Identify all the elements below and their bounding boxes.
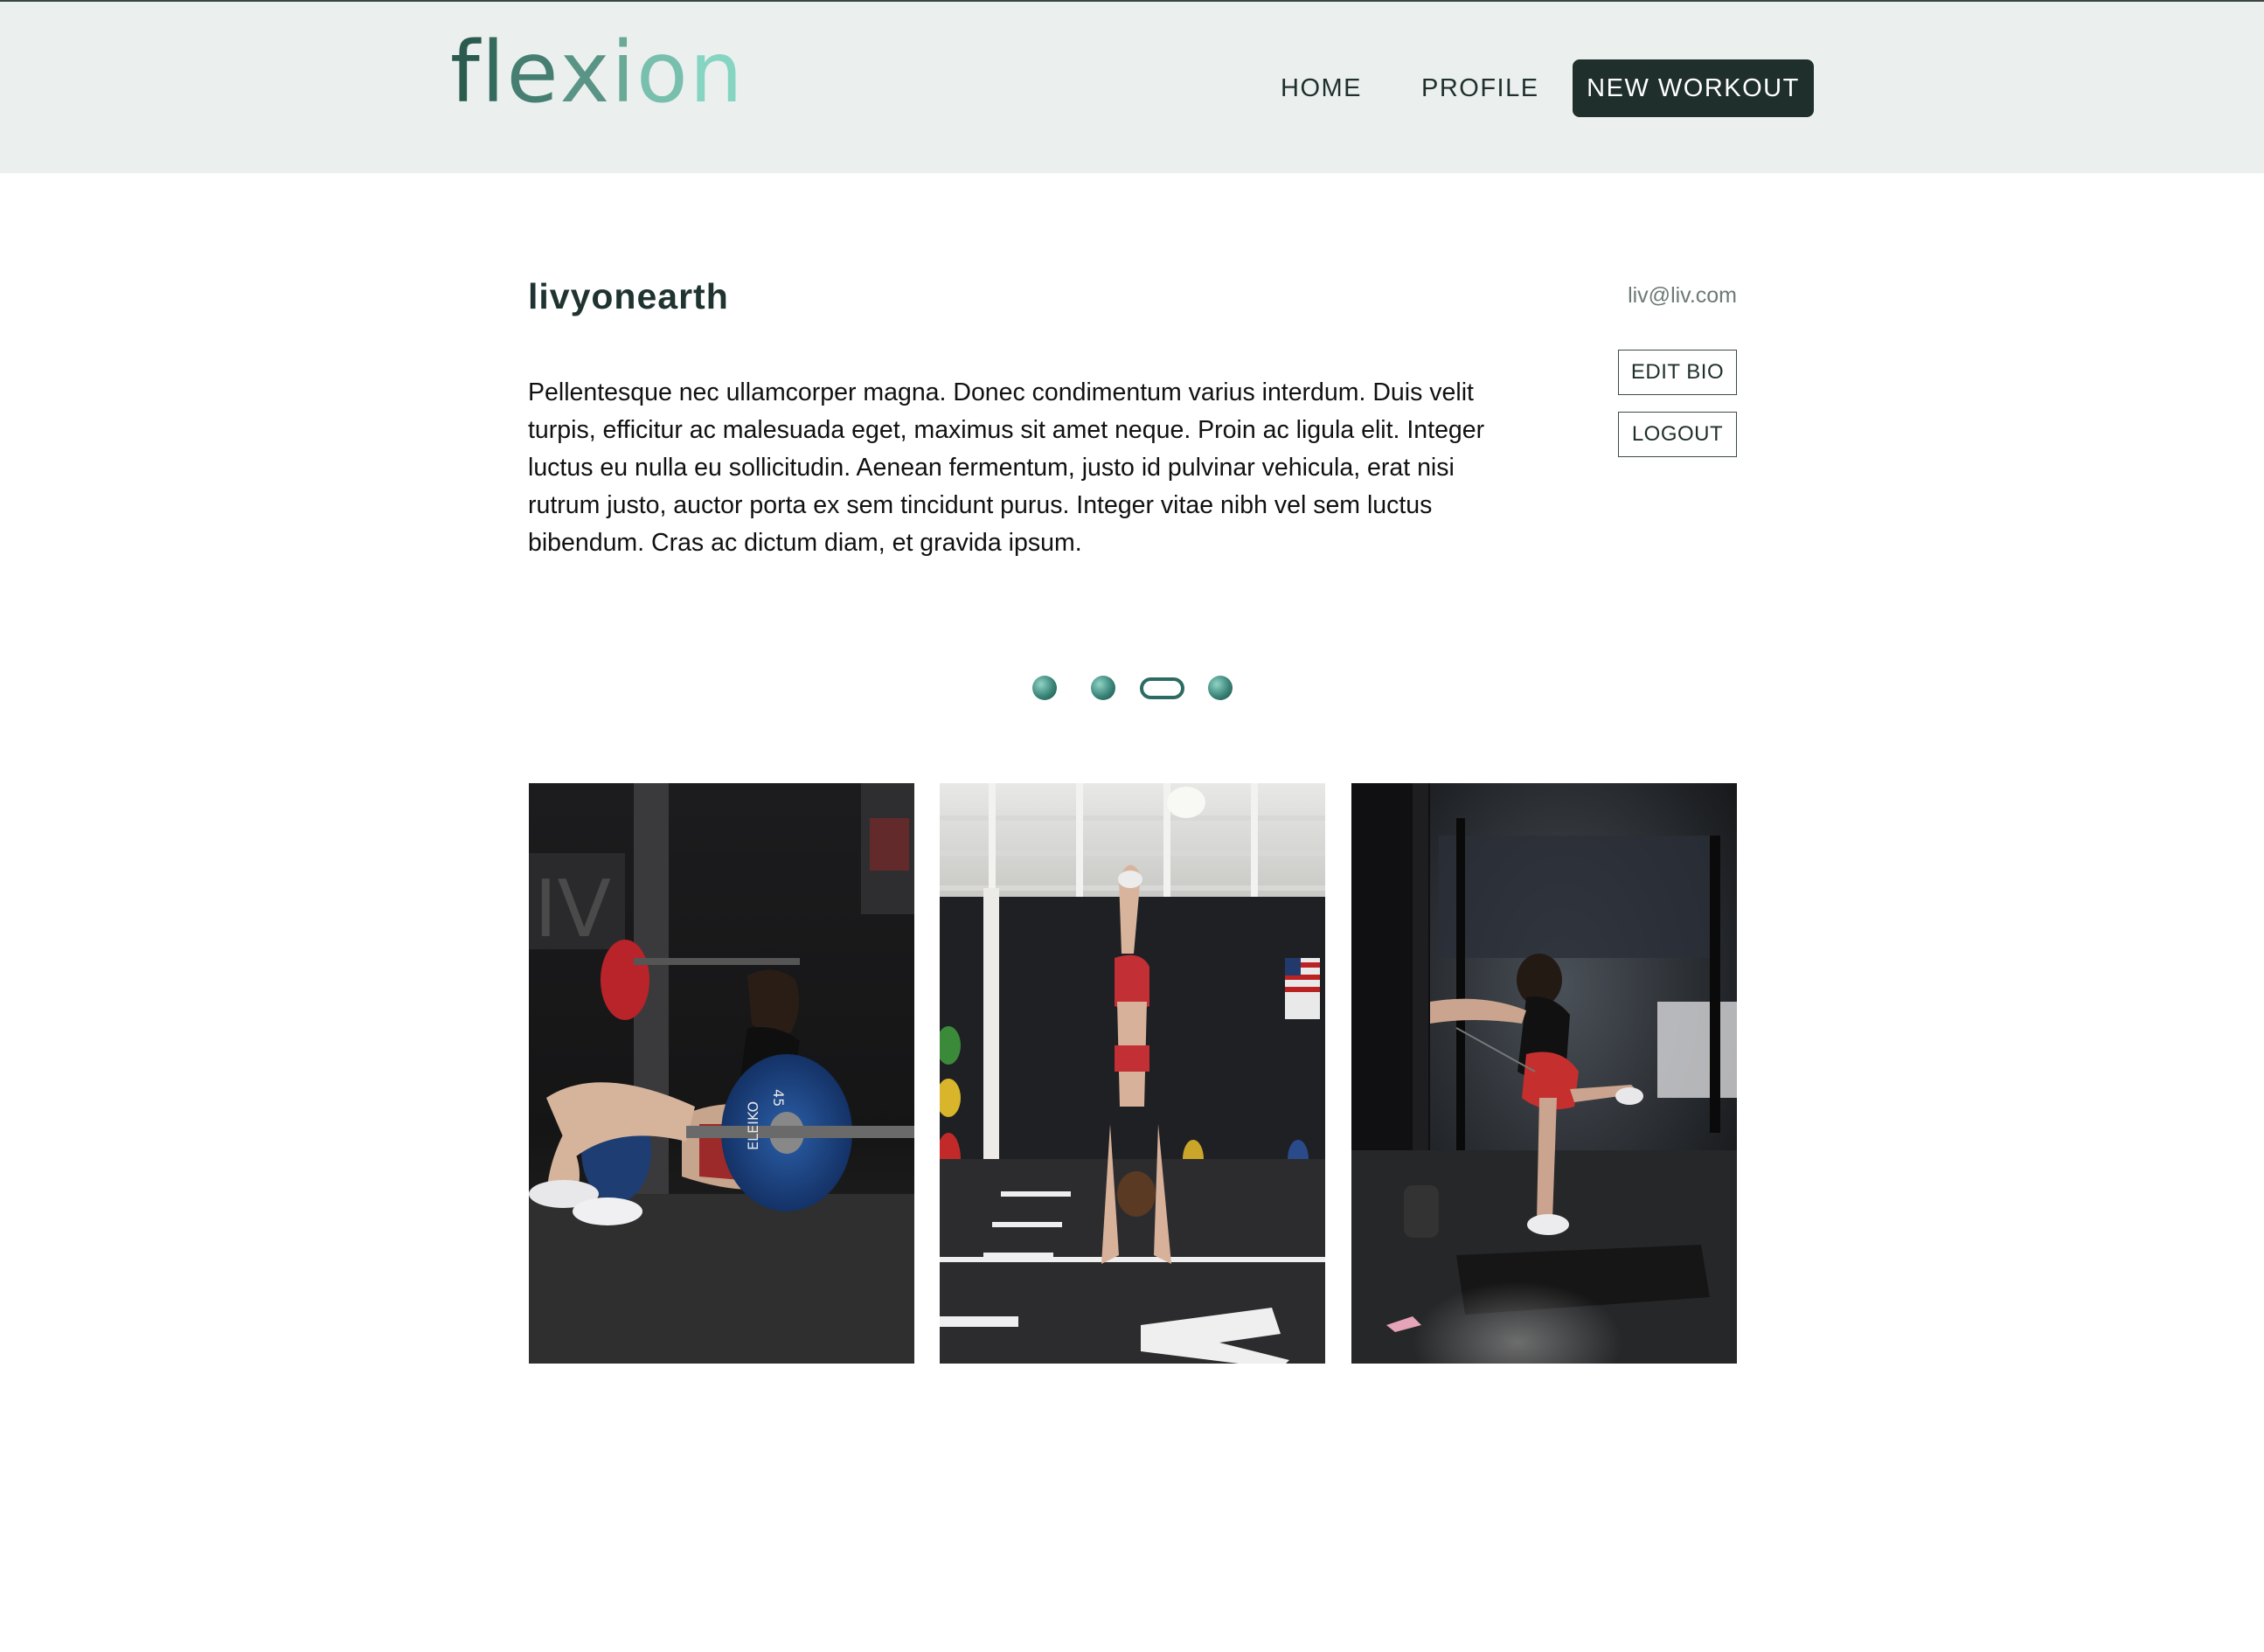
svg-text:IV: IV [534, 864, 611, 955]
svg-text:ELEIKO: ELEIKO [745, 1101, 761, 1150]
nav-home-link[interactable]: HOME [1281, 59, 1362, 117]
edit-bio-button[interactable]: EDIT BIO [1618, 350, 1737, 395]
carousel-dot-2[interactable] [1091, 676, 1115, 700]
cable-kickback-image [1351, 783, 1737, 1364]
logo-letter: x [559, 24, 612, 121]
logout-button[interactable]: LOGOUT [1618, 412, 1737, 457]
workout-photo-cable-kickback[interactable] [1351, 783, 1737, 1364]
site-header: flexion HOME PROFILE NEW WORKOUT [0, 2, 2264, 173]
profile-email: liv@liv.com [1628, 283, 1737, 308]
nav-profile-link[interactable]: PROFILE [1421, 59, 1539, 117]
flexion-logo[interactable]: flexion [450, 24, 745, 121]
carousel-dot-1[interactable] [1032, 676, 1057, 700]
hip-thrust-image: IV 45 ELEIKO [529, 783, 914, 1364]
carousel-dot-4[interactable] [1208, 676, 1233, 700]
profile-username: livyonearth [528, 276, 729, 316]
logo-letter: f [450, 24, 482, 121]
logo-letter: o [636, 24, 690, 121]
profile-bio: Pellentesque nec ullamcorper magna. Done… [528, 378, 1485, 557]
handstand-image [940, 783, 1325, 1364]
workout-photo-hip-thrust[interactable]: IV 45 ELEIKO [529, 783, 914, 1364]
svg-text:45: 45 [770, 1089, 787, 1107]
logo-letter: l [481, 24, 507, 121]
workout-photo-handstand[interactable] [940, 783, 1325, 1364]
logo-letter: i [611, 24, 637, 121]
carousel-dot-3-active[interactable] [1140, 677, 1184, 699]
new-workout-button[interactable]: NEW WORKOUT [1573, 59, 1814, 117]
logo-letter: e [506, 24, 560, 121]
logo-letter: n [689, 24, 745, 121]
